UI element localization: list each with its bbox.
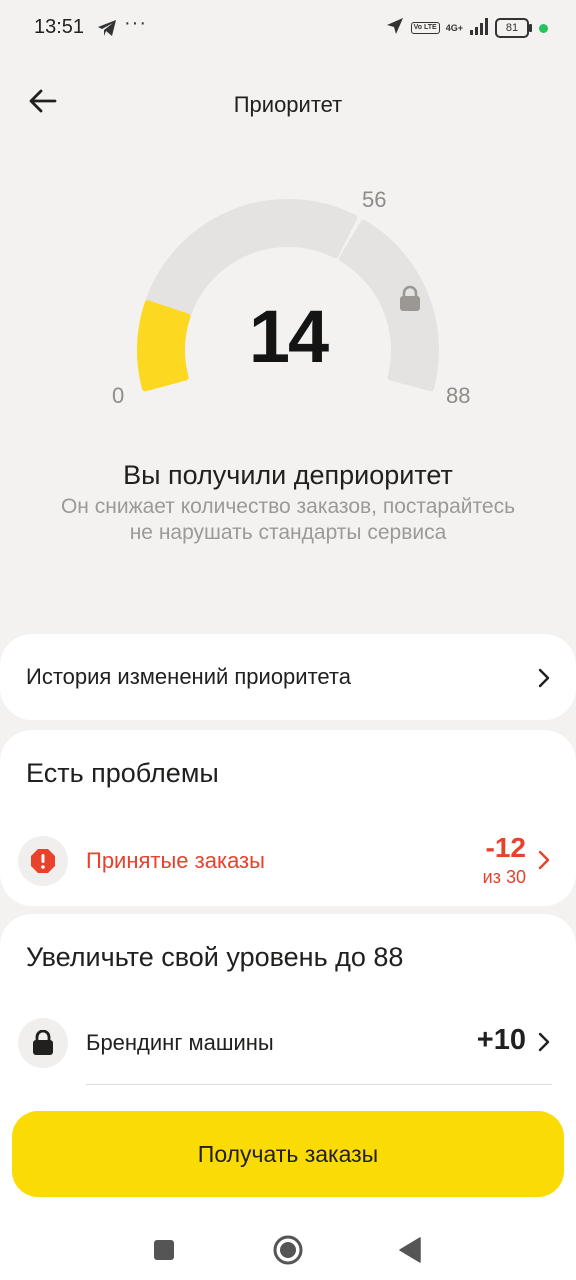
triangle-back-icon <box>399 1237 421 1263</box>
improve-heading: Увеличьте свой уровень до 88 <box>26 942 404 972</box>
network-type: 4G+ <box>445 23 463 33</box>
chevron-right-icon <box>538 1032 550 1052</box>
problem-subvalue: из 30 <box>482 867 526 887</box>
privacy-dot <box>539 23 548 33</box>
chevron-right-icon <box>538 850 550 870</box>
status-bar: 13:51 ··· Vo LTE 4G+ 81 <box>0 0 576 56</box>
problem-value: -12 <box>485 832 526 863</box>
problem-label: Принятые заказы <box>86 848 265 873</box>
divider <box>86 1084 552 1085</box>
chevron-right-icon <box>538 668 550 688</box>
gauge-max-label: 88 <box>446 383 471 408</box>
problems-heading: Есть проблемы <box>26 758 219 788</box>
signal-icon <box>469 17 489 40</box>
system-nav-bar <box>0 1212 576 1280</box>
telegram-icon <box>96 18 118 43</box>
square-icon <box>154 1240 174 1260</box>
status-description: Он снижает количество заказов, постарайт… <box>60 495 516 544</box>
status-time: 13:51 <box>34 16 85 38</box>
more-dots: ··· <box>124 12 147 34</box>
gauge-min-label: 0 <box>112 383 125 408</box>
back-nav-button[interactable] <box>390 1230 430 1270</box>
circle-home-icon <box>273 1235 303 1265</box>
alert-octagon-icon <box>18 836 68 886</box>
recents-button[interactable] <box>144 1230 184 1270</box>
header: Приоритет <box>0 74 576 134</box>
get-orders-button[interactable]: Получать заказы <box>12 1111 564 1197</box>
lock-icon <box>18 1018 68 1068</box>
volte-badge: Vo LTE <box>410 22 440 34</box>
status-title: Вы получили деприоритет <box>123 460 453 490</box>
battery-icon: 81 <box>495 18 532 38</box>
branding-value: +10 <box>476 1024 526 1056</box>
priority-value: 14 <box>248 295 329 378</box>
location-arrow-icon <box>385 16 405 41</box>
history-card[interactable]: История изменений приоритета <box>0 634 576 720</box>
problems-card: Есть проблемы Принятые заказы -12 из 30 <box>0 730 576 906</box>
page-title: Приоритет <box>233 92 343 117</box>
history-label: История изменений приоритета <box>26 664 351 689</box>
branding-label: Брендинг машины <box>86 1030 274 1055</box>
status-icons: Vo LTE 4G+ 81 <box>385 16 548 40</box>
gauge-threshold-label: 56 <box>362 187 387 212</box>
home-button[interactable] <box>268 1230 308 1270</box>
